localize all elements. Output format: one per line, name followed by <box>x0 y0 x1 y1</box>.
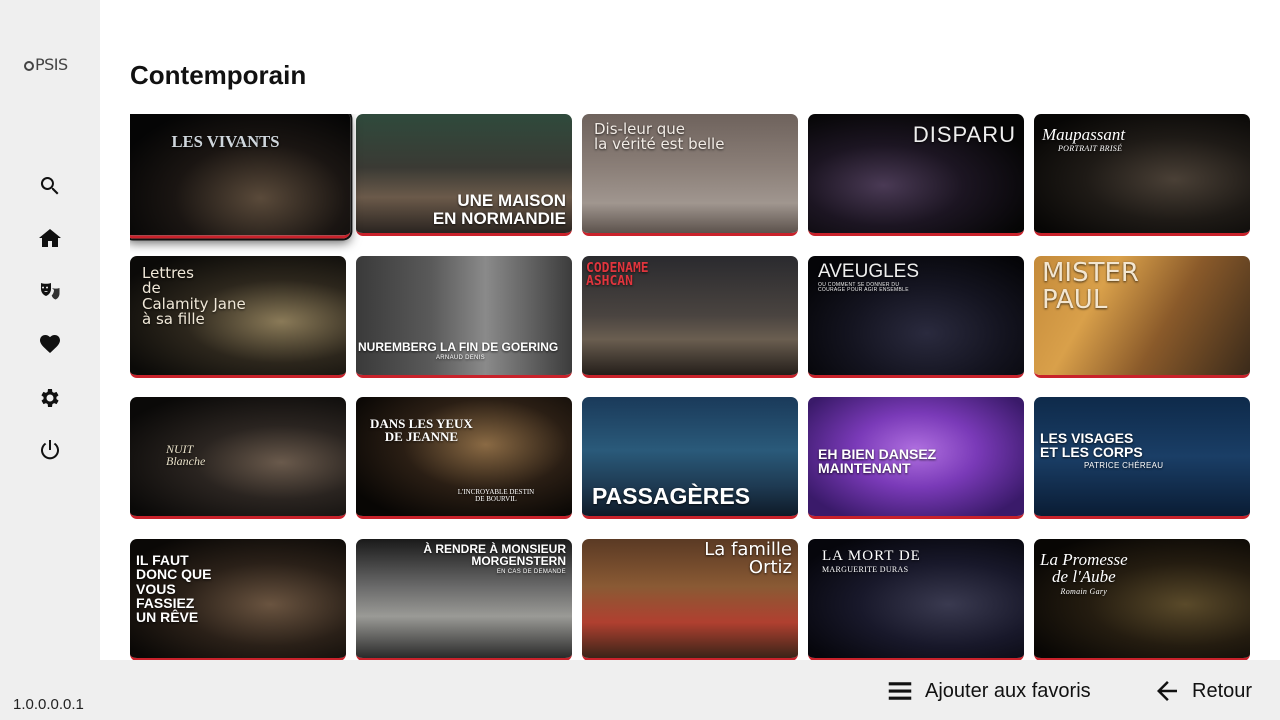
add-favorites-label: Ajouter aux favoris <box>925 679 1091 702</box>
card-subtitle: L'INCROYABLE DESTIN DE BOURVIL <box>457 488 535 504</box>
app-logo: PSIS <box>24 55 68 74</box>
content-card[interactable]: AVEUGLES OU COMMENT SE DONNER DU COURAGE … <box>808 256 1024 378</box>
card-thumbnail <box>130 114 351 236</box>
card-title: La Promesse de l'Aube Romain Gary <box>1040 550 1128 596</box>
home-icon[interactable] <box>37 225 63 251</box>
card-title: Lettres de Calamity Jane à sa fille <box>142 264 246 328</box>
page-title: Contemporain <box>130 60 307 90</box>
content-card[interactable]: La Promesse de l'Aube Romain Gary <box>1034 539 1250 660</box>
power-icon[interactable] <box>37 437 63 463</box>
theater-masks-icon[interactable] <box>37 278 63 304</box>
content-card[interactable]: DANS LES YEUX DE JEANNE L'INCROYABLE DES… <box>356 397 572 519</box>
back-label: Retour <box>1192 679 1253 702</box>
card-title: PASSAGÈRES <box>592 482 751 509</box>
content-card[interactable]: Maupassant PORTRAIT BRISÉ <box>1034 114 1250 236</box>
content-card[interactable]: EH BIEN DANSEZ MAINTENANT <box>808 397 1024 519</box>
content-card[interactable]: LES VIVANTS <box>130 114 351 239</box>
back-button[interactable]: Retour <box>1152 676 1252 706</box>
gear-icon[interactable] <box>37 385 63 411</box>
card-title: Maupassant PORTRAIT BRISÉ <box>1042 125 1126 154</box>
content-card[interactable]: LA MORT DE MARGUERITE DURAS <box>808 539 1024 660</box>
arrow-left-icon <box>1157 681 1177 701</box>
content-card[interactable]: IL FAUT DONC QUE VOUS FASSIEZ UN RÊVE <box>130 539 346 660</box>
card-title: EH BIEN DANSEZ MAINTENANT <box>818 446 937 477</box>
content-card[interactable]: CODENAME ASHCAN <box>582 256 798 378</box>
card-title: DISPARU <box>912 122 1016 147</box>
card-title: UNE MAISON EN NORMANDIE <box>432 191 566 228</box>
content-card[interactable]: Lettres de Calamity Jane à sa fille <box>130 256 346 378</box>
content-card[interactable]: Dis-leur que la vérité est belle <box>582 114 798 236</box>
content-card[interactable]: À RENDRE À MONSIEUR MORGENSTERN EN CAS DE… <box>356 539 572 660</box>
content-card[interactable]: LES VISAGES ET LES CORPS PATRICE CHÉREAU <box>1034 397 1250 519</box>
card-title: DANS LES YEUX DE JEANNE <box>370 416 473 445</box>
card-title: LES VISAGES ET LES CORPS PATRICE CHÉREAU <box>1040 430 1164 470</box>
bottom-bar: Ajouter aux favoris Retour <box>100 660 1280 720</box>
add-favorites-button[interactable]: Ajouter aux favoris <box>885 676 1091 706</box>
heart-icon[interactable] <box>37 331 63 357</box>
content-card[interactable]: PASSAGÈRES <box>582 397 798 519</box>
content-card[interactable]: La famille Ortiz <box>582 539 798 660</box>
card-title: Dis-leur que la vérité est belle <box>594 120 725 154</box>
content-card[interactable]: NUREMBERG LA FIN DE GOERING ARNAUD DENIS <box>356 256 572 378</box>
card-title: AVEUGLES OU COMMENT SE DONNER DU COURAGE … <box>818 261 920 294</box>
card-title: MISTER PAUL <box>1042 258 1139 315</box>
menu-icon <box>888 682 912 700</box>
sidebar: PSIS 1.0.0.0.0.1 <box>0 0 100 720</box>
content-card[interactable]: DISPARU <box>808 114 1024 236</box>
content-card[interactable]: NUIT Blanche <box>130 397 346 519</box>
card-title: NUIT Blanche <box>166 442 206 469</box>
version-label: 1.0.0.0.0.1 <box>13 696 84 713</box>
content-card[interactable]: UNE MAISON EN NORMANDIE <box>356 114 572 236</box>
search-icon[interactable] <box>37 173 63 199</box>
card-title: IL FAUT DONC QUE VOUS FASSIEZ UN RÊVE <box>136 552 212 626</box>
card-title: La famille Ortiz <box>704 539 792 579</box>
card-title: À RENDRE À MONSIEUR MORGENSTERN EN CAS DE… <box>423 542 566 576</box>
content-card[interactable]: MISTER PAUL <box>1034 256 1250 378</box>
card-title: NUREMBERG LA FIN DE GOERING ARNAUD DENIS <box>358 339 559 361</box>
card-title: LA MORT DE MARGUERITE DURAS <box>822 548 921 575</box>
card-title: CODENAME ASHCAN <box>586 261 649 290</box>
card-thumbnail <box>130 397 346 516</box>
content-grid: LES VIVANTS UNE MAISON EN NORMANDIE Dis-… <box>130 114 1250 660</box>
card-title: LES VIVANTS <box>171 133 280 152</box>
